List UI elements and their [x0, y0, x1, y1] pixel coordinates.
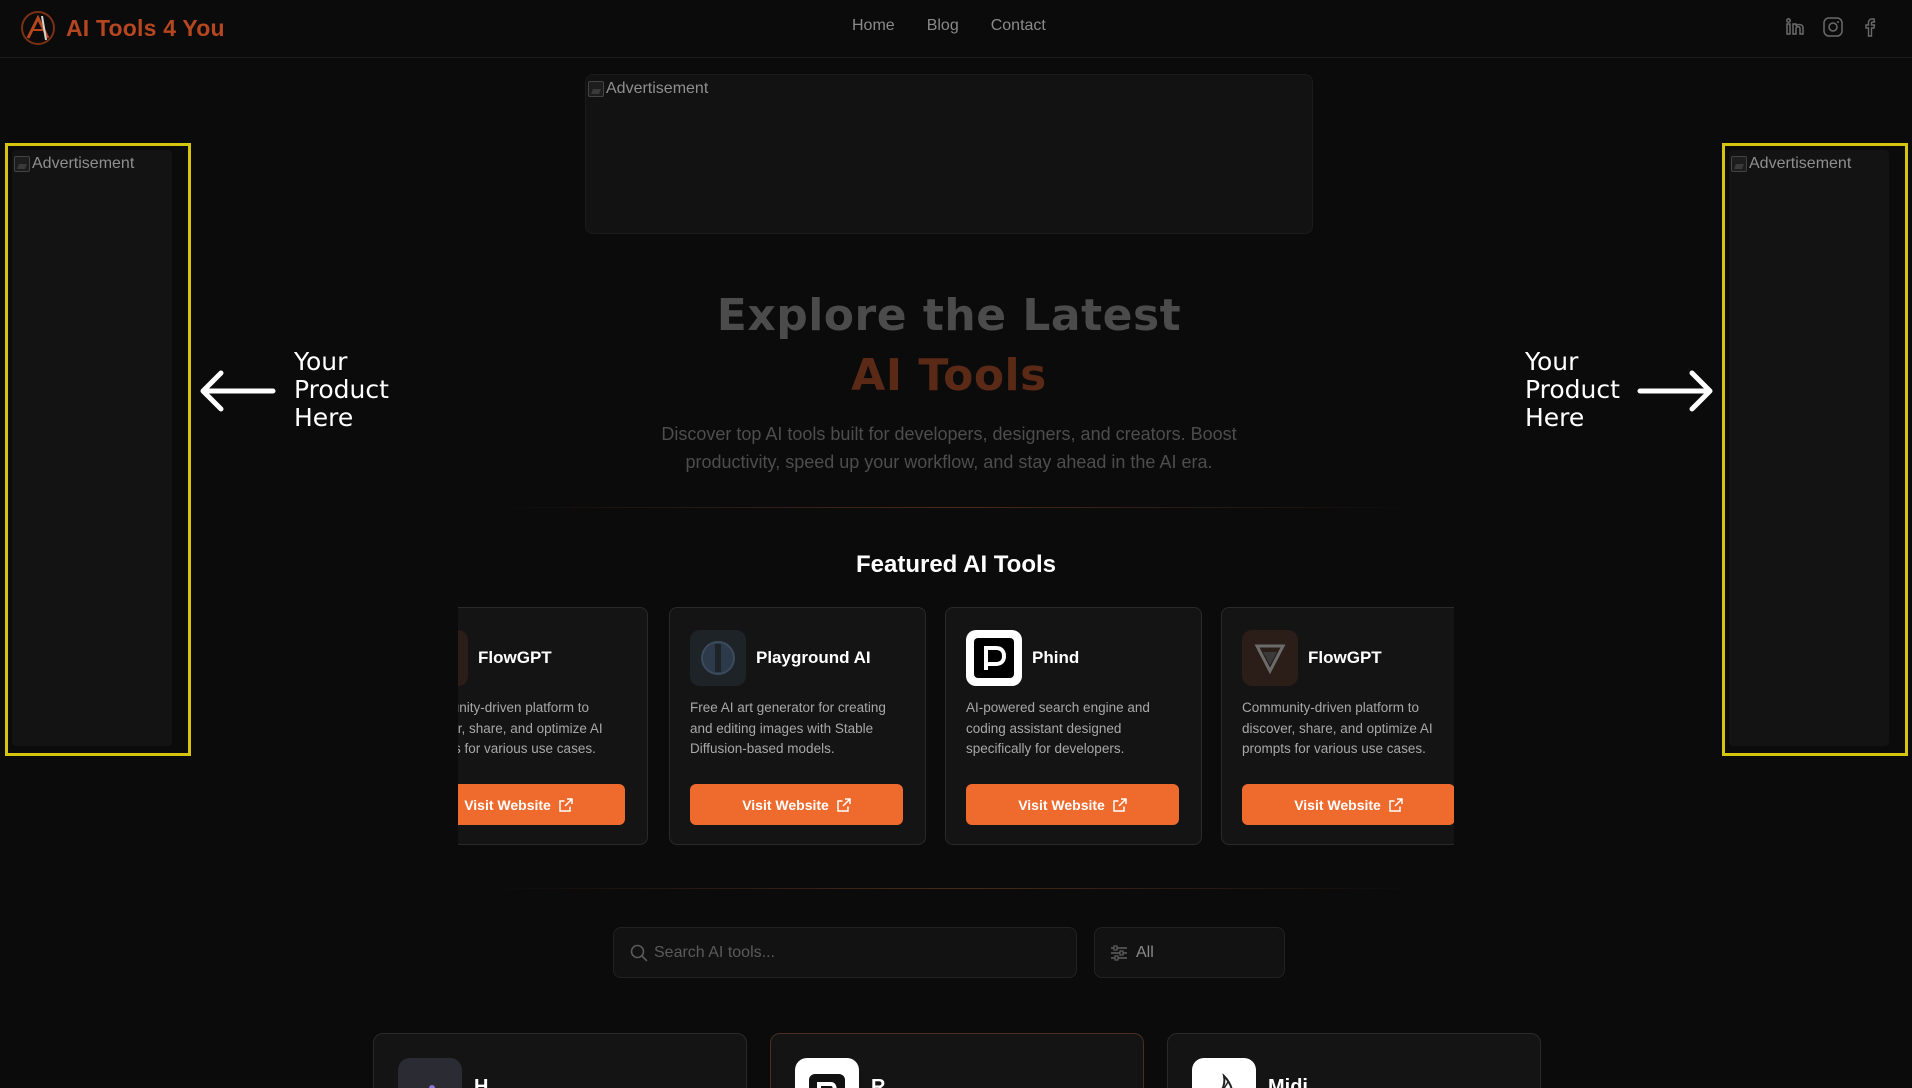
- search-input[interactable]: [654, 928, 1064, 977]
- category-filter[interactable]: All: [1094, 927, 1285, 978]
- external-link-icon: [559, 797, 573, 812]
- visit-website-button[interactable]: Visit Website: [966, 784, 1179, 825]
- facebook-icon[interactable]: [1860, 16, 1882, 38]
- card-description: Free AI art generator for creating and e…: [690, 700, 886, 756]
- right-advertisement[interactable]: Advertisement: [1722, 143, 1908, 756]
- brand[interactable]: AI Tools 4 You: [20, 10, 225, 46]
- left-ad-placeholder: Advertisement: [14, 155, 134, 173]
- promo-left-line3: Here: [294, 403, 354, 432]
- top-ad-placeholder: Advertisement: [588, 80, 708, 98]
- external-link-icon: [1113, 797, 1127, 812]
- filter-value: All: [1136, 943, 1154, 961]
- search-box: [613, 927, 1077, 978]
- hero-title: Explore the Latest: [716, 290, 1182, 341]
- visit-website-label: Visit Website: [742, 796, 829, 813]
- hero-subtitle: Discover top AI tools built for develope…: [661, 424, 1237, 472]
- tool-card[interactable]: Midj: [1167, 1033, 1541, 1088]
- navbar: AI Tools 4 You Home Blog Contact: [0, 0, 1912, 58]
- section-divider: [490, 888, 1420, 889]
- tool-card-title: H: [474, 1076, 489, 1088]
- left-advertisement[interactable]: Advertisement: [5, 143, 191, 756]
- featured-carousel[interactable]: FlowGPT Community-driven platform to dis…: [458, 607, 1454, 847]
- visit-website-label: Visit Website: [464, 796, 551, 813]
- external-link-icon: [837, 797, 851, 812]
- hero-title-accent: AI Tools: [851, 350, 1047, 401]
- sailboat-icon: [1192, 1058, 1256, 1088]
- tool-card[interactable]: H: [373, 1033, 747, 1088]
- brand-name: AI Tools 4 You: [66, 14, 225, 41]
- broken-image-icon: [14, 156, 30, 172]
- main-nav: Home Blog Contact: [852, 17, 1046, 35]
- section-divider: [490, 507, 1420, 508]
- card-description: Community-driven platform to discover, s…: [1242, 700, 1433, 756]
- nav-home[interactable]: Home: [852, 17, 895, 35]
- social-links: [1784, 16, 1882, 38]
- search-icon: [630, 944, 648, 962]
- tool-card-title: Midj: [1268, 1076, 1308, 1088]
- card-description: AI-powered search engine and coding assi…: [966, 700, 1150, 756]
- visit-website-button[interactable]: Visit Website: [1242, 784, 1454, 825]
- top-ad-alt: Advertisement: [606, 80, 709, 97]
- nav-contact[interactable]: Contact: [991, 17, 1046, 35]
- top-advertisement[interactable]: Advertisement: [585, 74, 1313, 234]
- visit-website-label: Visit Website: [1018, 796, 1105, 813]
- visit-website-button[interactable]: Visit Website: [458, 784, 625, 825]
- flowgpt-icon: [458, 630, 468, 686]
- linkedin-icon[interactable]: [1784, 16, 1806, 38]
- featured-card[interactable]: Playground AI Free AI art generator for …: [669, 607, 926, 845]
- r-logo-icon: [795, 1058, 859, 1088]
- broken-image-icon: [588, 81, 604, 97]
- featured-card[interactable]: FlowGPT Community-driven platform to dis…: [458, 607, 648, 845]
- sliders-icon: [1111, 944, 1127, 961]
- right-ad-slot: Advertisement: [1729, 150, 1889, 746]
- featured-title: Featured AI Tools: [855, 551, 1056, 578]
- left-ad-alt: Advertisement: [32, 155, 135, 172]
- visit-website-button[interactable]: Visit Website: [690, 784, 903, 825]
- card-title: FlowGPT: [478, 648, 552, 667]
- brand-logo-icon: [21, 11, 55, 45]
- phind-icon: [966, 630, 1022, 686]
- broken-image-icon: [1731, 156, 1747, 172]
- playground-ai-icon: [690, 630, 746, 686]
- nav-blog[interactable]: Blog: [927, 17, 959, 35]
- instagram-icon[interactable]: [1822, 16, 1844, 38]
- right-ad-alt: Advertisement: [1749, 155, 1852, 172]
- featured-card[interactable]: Phind AI-powered search engine and codin…: [945, 607, 1202, 845]
- tool-card-title: R: [871, 1076, 886, 1088]
- external-link-icon: [1389, 797, 1403, 812]
- tool-card[interactable]: R: [770, 1033, 1144, 1088]
- card-title: FlowGPT: [1308, 648, 1382, 667]
- left-ad-slot: Advertisement: [12, 150, 172, 746]
- card-title: Phind: [1032, 648, 1080, 667]
- card-title: Playground AI: [756, 648, 871, 667]
- card-description: Community-driven platform to discover, s…: [458, 700, 603, 756]
- visit-website-label: Visit Website: [1294, 796, 1381, 813]
- dots-icon: [398, 1058, 462, 1088]
- flowgpt-icon: [1242, 630, 1298, 686]
- featured-card[interactable]: FlowGPT Community-driven platform to dis…: [1221, 607, 1454, 845]
- promo-right-line3: Here: [1525, 403, 1585, 432]
- right-ad-placeholder: Advertisement: [1731, 155, 1851, 173]
